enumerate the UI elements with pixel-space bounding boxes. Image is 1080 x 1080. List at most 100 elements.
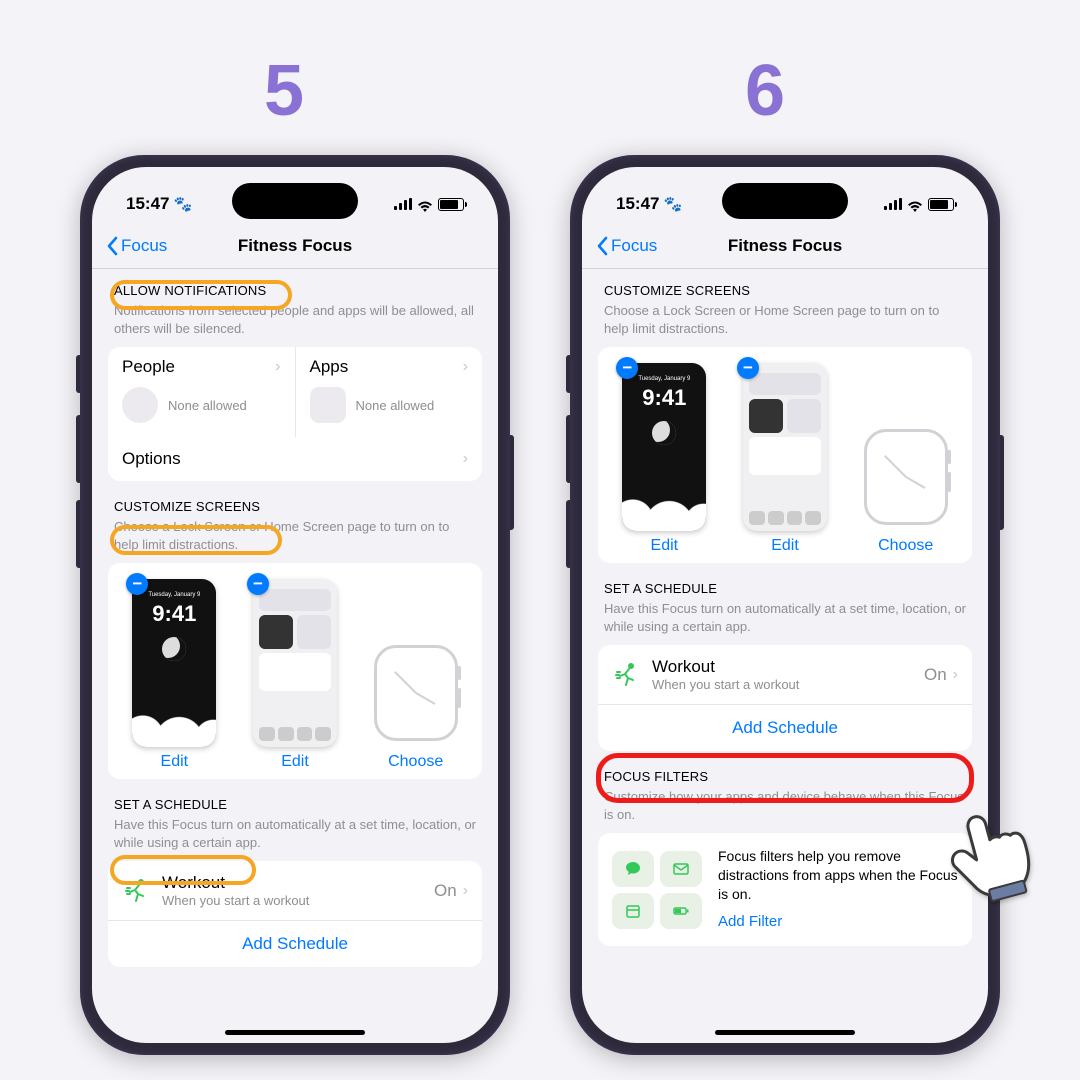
workout-label: Workout xyxy=(162,873,422,893)
customize-screens-header: CUSTOMIZE SCREENS xyxy=(598,269,972,300)
workout-label: Workout xyxy=(652,657,912,677)
remove-home-screen-button[interactable]: − xyxy=(737,357,759,379)
app-placeholder xyxy=(310,387,346,423)
set-schedule-subtitle: Have this Focus turn on automatically at… xyxy=(598,598,972,645)
back-label: Focus xyxy=(611,236,657,256)
edit-home-screen-button[interactable]: Edit xyxy=(771,537,799,555)
home-screen-preview xyxy=(253,579,337,747)
apps-label: Apps xyxy=(310,357,349,377)
focus-filters-body: Focus filters help you remove distractio… xyxy=(718,848,958,902)
allow-notifications-card: People› None allowed Apps› None allowed … xyxy=(108,347,482,481)
people-none-label: None allowed xyxy=(168,398,247,413)
workout-sublabel: When you start a workout xyxy=(162,893,422,908)
focus-filters-header: FOCUS FILTERS xyxy=(598,751,972,786)
cellular-icon xyxy=(884,198,902,210)
customize-screens-card: − Tuesday, January 9 9:41 Edit xyxy=(108,563,482,779)
chevron-right-icon: › xyxy=(275,358,280,376)
lock-screen-item[interactable]: − Tuesday, January 9 9:41 Edit xyxy=(610,363,719,555)
running-icon xyxy=(612,661,640,689)
workout-schedule-row[interactable]: Workout When you start a workout On › xyxy=(108,861,482,921)
people-cell[interactable]: People › None allowed xyxy=(108,347,296,437)
home-screen-item[interactable]: − Edit xyxy=(731,363,840,555)
page-title: Fitness Focus xyxy=(238,236,352,256)
filter-icons-grid xyxy=(612,851,702,929)
edit-home-screen-button[interactable]: Edit xyxy=(281,753,309,771)
step-number-5: 5 xyxy=(264,50,304,132)
chevron-left-icon xyxy=(596,236,608,256)
chevron-right-icon: › xyxy=(953,666,958,684)
chevron-left-icon xyxy=(106,236,118,256)
wifi-icon xyxy=(417,198,433,210)
add-filter-button[interactable]: Add Filter xyxy=(718,912,958,932)
schedule-card: Workout When you start a workout On › Add… xyxy=(598,645,972,751)
messages-icon xyxy=(612,851,654,887)
pointer-hand-icon xyxy=(930,788,1050,908)
status-time: 15:47 xyxy=(126,194,169,214)
lock-screen-item[interactable]: − Tuesday, January 9 9:41 Edit xyxy=(120,579,229,771)
lock-screen-preview: Tuesday, January 9 9:41 xyxy=(132,579,216,747)
cellular-icon xyxy=(394,198,412,210)
set-schedule-header: SET A SCHEDULE xyxy=(108,779,482,814)
home-indicator[interactable] xyxy=(715,1030,855,1035)
workout-sublabel: When you start a workout xyxy=(652,677,912,692)
battery-filter-icon xyxy=(660,893,702,929)
phone-step-6: 15:47 🐾 Focus Fitness Focus CUSTOMIZE SC… xyxy=(570,155,1000,1055)
dynamic-island xyxy=(722,183,848,219)
watch-face-preview xyxy=(864,429,948,525)
nav-bar: Focus Fitness Focus xyxy=(582,223,988,269)
edit-lock-screen-button[interactable]: Edit xyxy=(161,753,189,771)
home-screen-preview xyxy=(743,363,827,531)
lock-screen-preview: Tuesday, January 9 9:41 xyxy=(622,363,706,531)
step-number-6: 6 xyxy=(745,50,785,132)
back-label: Focus xyxy=(121,236,167,256)
focus-filters-subtitle: Customize how your apps and device behav… xyxy=(598,786,972,833)
options-label: Options xyxy=(122,449,181,469)
chevron-right-icon: › xyxy=(463,358,468,376)
choose-watch-button[interactable]: Choose xyxy=(388,753,443,771)
allow-notifications-subtitle: Notifications from selected people and a… xyxy=(108,300,482,347)
schedule-card: Workout When you start a workout On › Add… xyxy=(108,861,482,967)
people-label: People xyxy=(122,357,175,377)
dynamic-island xyxy=(232,183,358,219)
set-schedule-header: SET A SCHEDULE xyxy=(598,563,972,598)
add-schedule-button[interactable]: Add Schedule xyxy=(108,921,482,967)
edit-lock-screen-button[interactable]: Edit xyxy=(651,537,679,555)
status-time: 15:47 xyxy=(616,194,659,214)
page-title: Fitness Focus xyxy=(728,236,842,256)
workout-schedule-row[interactable]: Workout When you start a workout On › xyxy=(598,645,972,705)
watch-face-item[interactable]: Choose xyxy=(361,645,470,771)
home-indicator[interactable] xyxy=(225,1030,365,1035)
set-schedule-subtitle: Have this Focus turn on automatically at… xyxy=(108,814,482,861)
workout-on-label: On xyxy=(434,881,457,901)
workout-on-label: On xyxy=(924,665,947,685)
allow-notifications-header: ALLOW NOTIFICATIONS xyxy=(108,269,482,300)
focus-filters-card: Focus filters help you remove distractio… xyxy=(598,833,972,946)
battery-icon xyxy=(928,198,954,211)
home-screen-item[interactable]: − Edit xyxy=(241,579,350,771)
customize-screens-card: − Tuesday, January 9 9:41 Edit xyxy=(598,347,972,563)
avatar-placeholder xyxy=(122,387,158,423)
calendar-icon xyxy=(612,893,654,929)
back-button[interactable]: Focus xyxy=(106,236,167,256)
apps-none-label: None allowed xyxy=(356,398,435,413)
add-schedule-button[interactable]: Add Schedule xyxy=(598,705,972,751)
paw-icon: 🐾 xyxy=(173,195,192,213)
customize-screens-subtitle: Choose a Lock Screen or Home Screen page… xyxy=(598,300,972,347)
paw-icon: 🐾 xyxy=(663,195,682,213)
mail-icon xyxy=(660,851,702,887)
wifi-icon xyxy=(907,198,923,210)
choose-watch-button[interactable]: Choose xyxy=(878,537,933,555)
customize-screens-header: CUSTOMIZE SCREENS xyxy=(108,481,482,516)
back-button[interactable]: Focus xyxy=(596,236,657,256)
chevron-right-icon: › xyxy=(463,882,468,900)
watch-face-item[interactable]: Choose xyxy=(851,429,960,555)
apps-cell[interactable]: Apps › None allowed xyxy=(296,347,483,437)
battery-icon xyxy=(438,198,464,211)
chevron-right-icon: › xyxy=(463,450,468,468)
options-row[interactable]: Options › xyxy=(108,437,482,481)
nav-bar: Focus Fitness Focus xyxy=(92,223,498,269)
customize-screens-subtitle: Choose a Lock Screen or Home Screen page… xyxy=(108,516,482,563)
running-icon xyxy=(122,877,150,905)
watch-face-preview xyxy=(374,645,458,741)
phone-step-5: 15:47 🐾 Focus Fitness Focus ALLOW NOTIFI… xyxy=(80,155,510,1055)
